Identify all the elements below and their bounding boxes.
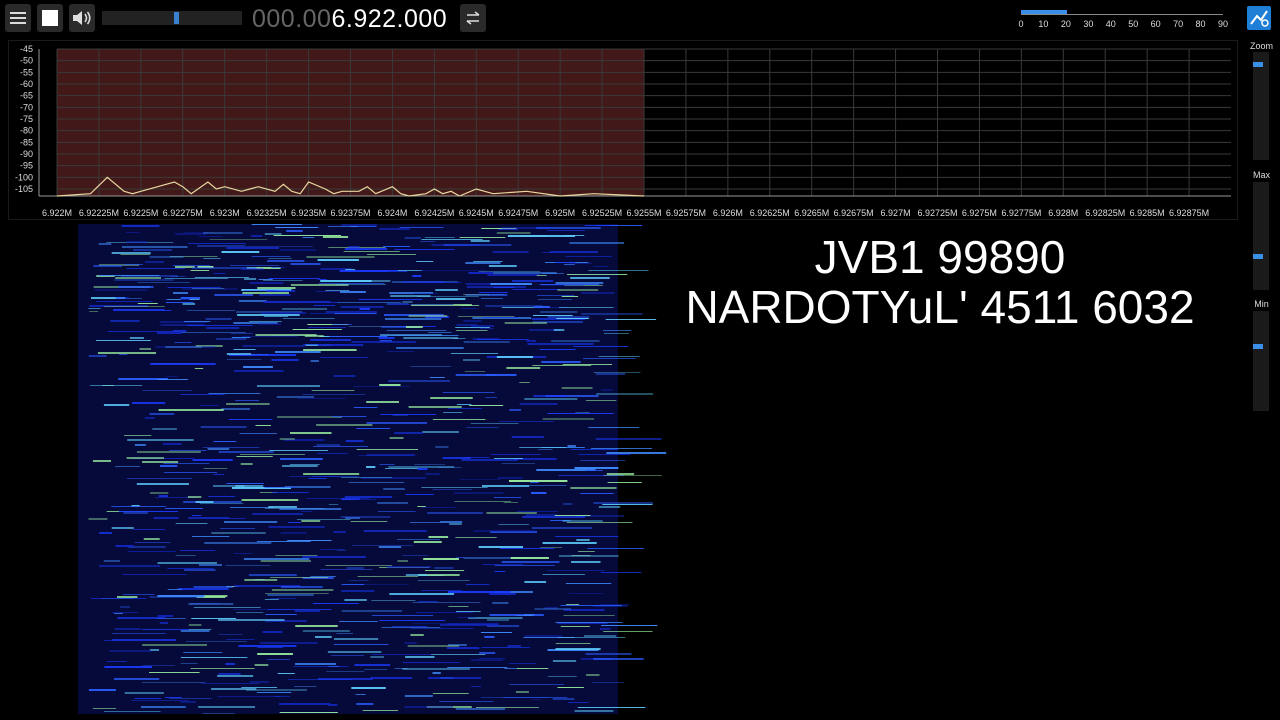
x-tick-label: 6.9255M bbox=[626, 208, 661, 218]
swap-button[interactable] bbox=[460, 4, 486, 32]
y-tick-label: -70 bbox=[20, 102, 33, 112]
x-tick-label: 6.92775M bbox=[1001, 208, 1041, 218]
right-sidebar: Zoom Max Min bbox=[1243, 38, 1280, 438]
min-slider-handle[interactable] bbox=[1253, 344, 1263, 350]
spectrum-chart: 6.922M 6.92225M 6.9225M 6.92275M 6.923M 6.923… bbox=[15, 44, 1231, 218]
y-tick-label: -105 bbox=[15, 184, 33, 194]
stop-button[interactable] bbox=[37, 4, 63, 32]
y-tick-label: -100 bbox=[15, 172, 33, 182]
x-tick-label: 6.923M bbox=[210, 208, 240, 218]
scale-tick-label: 40 bbox=[1105, 19, 1116, 29]
overlay-caption: JVB1 99890 NARDOTYuL' 4511 6032 bbox=[640, 232, 1240, 332]
x-tick-label: 6.92325M bbox=[247, 208, 287, 218]
y-tick-label: -85 bbox=[20, 137, 33, 147]
y-tick-label: -75 bbox=[20, 114, 33, 124]
x-tick-label: 6.92225M bbox=[79, 208, 119, 218]
zoom-label: Zoom bbox=[1249, 41, 1273, 51]
x-tick-label: 6.92675M bbox=[834, 208, 874, 218]
x-tick-label: 6.922M bbox=[42, 208, 72, 218]
x-tick-label: 6.92475M bbox=[498, 208, 538, 218]
y-tick-label: -90 bbox=[20, 149, 33, 159]
min-slider[interactable] bbox=[1253, 311, 1269, 411]
scale-tick-label: 10 bbox=[1038, 19, 1049, 29]
x-tick-label: 6.927M bbox=[881, 208, 911, 218]
volume-button[interactable] bbox=[69, 4, 95, 32]
x-tick-label: 6.9245M bbox=[459, 208, 494, 218]
x-tick-label: 6.92575M bbox=[666, 208, 706, 218]
swap-arrows-icon bbox=[465, 11, 481, 25]
scale-tick-label: 0 bbox=[1018, 19, 1024, 29]
y-tick-label: -95 bbox=[20, 161, 33, 171]
volume-slider-handle[interactable] bbox=[174, 12, 179, 24]
y-tick-label: -55 bbox=[20, 67, 33, 77]
hamburger-icon bbox=[10, 11, 26, 25]
zoom-slider[interactable] bbox=[1253, 52, 1269, 160]
x-tick-label: 6.9265M bbox=[794, 208, 829, 218]
x-tick-label: 6.92875M bbox=[1169, 208, 1209, 218]
x-tick-label: 6.928M bbox=[1048, 208, 1078, 218]
signal-scale-axis bbox=[1021, 14, 1223, 15]
signal-scale: 0 10 20 30 40 50 60 70 80 90 bbox=[1018, 8, 1229, 32]
scale-tick-label: 70 bbox=[1173, 19, 1184, 29]
x-tick-label: 6.9235M bbox=[291, 208, 326, 218]
spectrum-panel[interactable]: 6.922M 6.92225M 6.9225M 6.92275M 6.923M 6.923… bbox=[8, 40, 1238, 220]
scale-tick-label: 90 bbox=[1217, 19, 1229, 29]
scale-tick-label: 20 bbox=[1060, 19, 1071, 29]
volume-slider[interactable] bbox=[102, 11, 242, 25]
max-slider-handle[interactable] bbox=[1253, 254, 1263, 260]
x-tick-label: 6.92525M bbox=[582, 208, 622, 218]
scale-tick-label: 80 bbox=[1195, 19, 1206, 29]
zoom-slider-handle[interactable] bbox=[1253, 62, 1263, 68]
x-tick-label: 6.92825M bbox=[1085, 208, 1125, 218]
speaker-icon bbox=[72, 10, 92, 26]
menu-button[interactable] bbox=[5, 4, 31, 32]
x-tick-label: 6.92425M bbox=[414, 208, 454, 218]
overlay-line-2: NARDOTYuL' 4511 6032 bbox=[685, 281, 1195, 333]
scale-tick-label: 30 bbox=[1083, 19, 1094, 29]
frequency-prefix: 000.00 bbox=[252, 5, 332, 33]
x-tick-label: 6.92725M bbox=[917, 208, 957, 218]
app-logo-icon[interactable] bbox=[1247, 6, 1271, 30]
frequency-display[interactable]: 000.006.922.000 bbox=[252, 3, 447, 35]
x-tick-label: 6.9285M bbox=[1130, 208, 1165, 218]
max-slider[interactable] bbox=[1253, 182, 1269, 290]
x-tick-label: 6.924M bbox=[377, 208, 407, 218]
y-tick-label: -80 bbox=[20, 126, 33, 136]
x-tick-label: 6.925M bbox=[545, 208, 575, 218]
y-tick-label: -60 bbox=[20, 79, 33, 89]
x-tick-label: 6.92275M bbox=[163, 208, 203, 218]
toolbar: 000.006.922.000 0 10 20 30 40 50 60 70 80 90 bbox=[0, 0, 1280, 38]
overlay-line-1: JVB1 99890 bbox=[814, 231, 1066, 283]
scale-tick-label: 50 bbox=[1128, 19, 1139, 29]
x-tick-label: 6.92375M bbox=[330, 208, 370, 218]
y-tick-label: -45 bbox=[20, 44, 33, 54]
y-tick-label: -65 bbox=[20, 91, 33, 101]
scale-tick-label: 60 bbox=[1150, 19, 1161, 29]
stop-icon bbox=[42, 10, 58, 26]
x-tick-label: 6.9225M bbox=[123, 208, 158, 218]
y-tick-label: -50 bbox=[20, 56, 33, 66]
x-tick-label: 6.9275M bbox=[962, 208, 997, 218]
max-label: Max bbox=[1252, 170, 1270, 180]
min-label: Min bbox=[1254, 299, 1269, 309]
x-tick-label: 6.926M bbox=[713, 208, 743, 218]
x-tick-label: 6.92625M bbox=[750, 208, 790, 218]
frequency-main: 6.922.000 bbox=[331, 5, 448, 33]
